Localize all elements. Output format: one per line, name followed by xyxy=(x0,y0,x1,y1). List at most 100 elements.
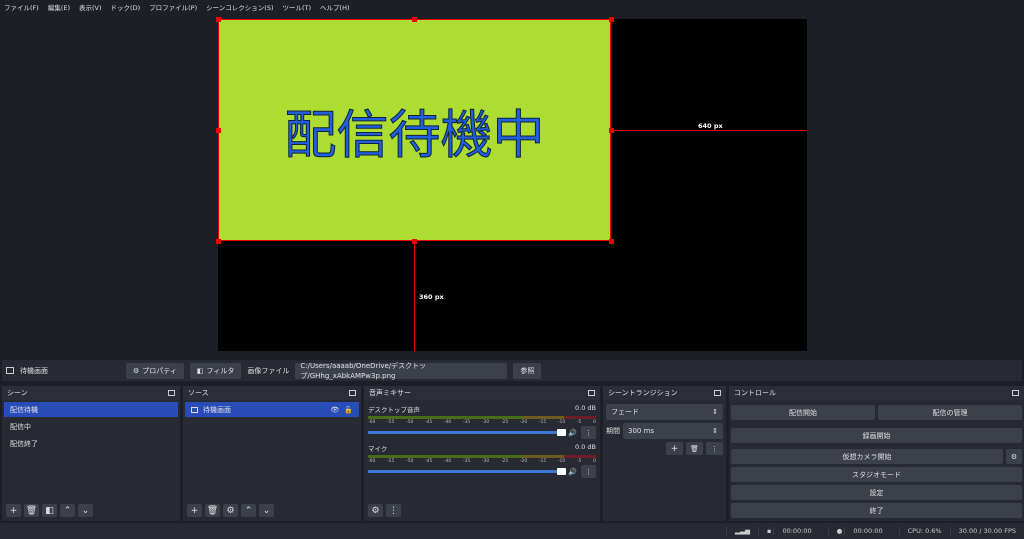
undock-icon[interactable] xyxy=(1012,390,1019,396)
meter-tick: -25 xyxy=(500,420,509,425)
start-streaming-button[interactable]: 配信開始 xyxy=(731,405,875,420)
start-recording-button[interactable]: 録画開始 xyxy=(731,428,1022,443)
volume-slider[interactable] xyxy=(368,468,567,475)
gear-icon: ⚙ xyxy=(133,366,140,375)
channel-name: デスクトップ音声 xyxy=(368,406,420,414)
meter-tick: -5 xyxy=(576,420,582,425)
channel-menu-button[interactable]: ⋮ xyxy=(581,426,596,439)
source-toolbar: 待機画面 ⚙ プロパティ ◧ フィルタ 画像ファイル C:/Users/aaaab/… xyxy=(2,360,1022,381)
image-source-icon xyxy=(6,367,14,374)
eye-icon[interactable]: 👁 xyxy=(330,406,339,414)
browse-button[interactable]: 参照 xyxy=(513,362,542,379)
lock-icon[interactable]: 🔓 xyxy=(344,406,353,414)
scene-item[interactable]: 配信待機 xyxy=(4,402,178,417)
scene-filters-button[interactable]: ◧ xyxy=(42,504,57,517)
meter-tick: 0 xyxy=(592,420,596,425)
duration-value: 300 ms xyxy=(628,427,655,435)
undock-icon[interactable] xyxy=(714,390,721,396)
meter-ticks: -60 -55 -50 -45 -40 -35 -30 -25 -20 -15 -10 -5 0 xyxy=(368,459,596,464)
audio-settings-button[interactable]: ⚙ xyxy=(368,504,383,517)
filters-button[interactable]: ◧ フィルタ xyxy=(189,362,242,379)
meter-tick: -45 xyxy=(424,459,433,464)
properties-button[interactable]: ⚙ プロパティ xyxy=(126,362,184,379)
resize-handle[interactable] xyxy=(216,17,221,22)
channel-name: マイク xyxy=(368,445,388,453)
scene-item[interactable]: 配信終了 xyxy=(4,436,178,451)
mixer-channel: デスクトップ音声 0.0 dB -60 -55 -50 -45 -40 -35 -30 -25-… xyxy=(364,404,600,439)
menu-help[interactable]: ヘルプ(H) xyxy=(320,2,349,12)
menu-scene-collection[interactable]: シーンコレクション(S) xyxy=(206,2,273,12)
meter-tick: -55 xyxy=(386,459,395,464)
scenes-dock: シーン 配信待機 配信中 配信終了 + 🗑 ◧ ⌃ ⌄ xyxy=(2,386,180,521)
meter-tick: -5 xyxy=(576,459,582,464)
virtual-camera-settings-button[interactable]: ⚙ xyxy=(1006,449,1022,464)
add-transition-button[interactable]: + xyxy=(666,442,683,455)
meter-tick: -50 xyxy=(405,420,414,425)
resize-handle[interactable] xyxy=(216,128,221,133)
channel-level: 0.0 dB xyxy=(575,443,596,451)
fps-readout: 30.00 / 30.00 FPS xyxy=(949,527,1024,535)
mixer-menu-button[interactable]: ⋮ xyxy=(386,504,401,517)
network-icon: ▂▃▅ xyxy=(725,527,758,535)
manage-stream-button[interactable]: 配信の管理 xyxy=(878,405,1022,420)
start-virtual-camera-button[interactable]: 仮想カメラ開始 xyxy=(731,449,1003,464)
settings-button[interactable]: 設定 xyxy=(731,485,1022,500)
channel-menu-button[interactable]: ⋮ xyxy=(581,465,596,478)
studio-mode-button[interactable]: スタジオモード xyxy=(731,467,1022,482)
meter-tick: -55 xyxy=(386,420,395,425)
speaker-icon[interactable]: 🔊 xyxy=(568,468,577,476)
height-label: 360 px xyxy=(419,293,444,301)
record-time: 00:00:00 xyxy=(844,527,891,535)
undock-icon[interactable] xyxy=(588,390,595,396)
dock-title: コントロール xyxy=(734,389,776,397)
resize-handle[interactable] xyxy=(216,239,221,244)
menu-file[interactable]: ファイル(F) xyxy=(4,2,39,12)
move-up-button[interactable]: ⌃ xyxy=(241,504,256,517)
volume-slider[interactable] xyxy=(368,429,567,436)
resize-handle[interactable] xyxy=(609,17,614,22)
dock-title: シーン xyxy=(7,389,28,397)
remove-scene-button[interactable]: 🗑 xyxy=(24,504,39,517)
undock-icon[interactable] xyxy=(349,390,356,396)
undock-icon[interactable] xyxy=(168,390,175,396)
meter-tick: -20 xyxy=(519,420,528,425)
spin-icon[interactable]: ⇕ xyxy=(712,427,718,435)
sources-dock: ソース 待機画面 👁 🔓 + 🗑 ⚙ ⌃ ⌄ xyxy=(183,386,361,521)
meter-tick: -15 xyxy=(538,459,547,464)
remove-transition-button[interactable]: 🗑 xyxy=(686,442,703,455)
source-image[interactable]: 配信待機中 xyxy=(218,19,611,241)
remove-source-button[interactable]: 🗑 xyxy=(205,504,220,517)
menu-dock[interactable]: ドック(D) xyxy=(111,2,141,12)
add-scene-button[interactable]: + xyxy=(6,504,21,517)
menu-tools[interactable]: ツール(T) xyxy=(282,2,311,12)
filter-icon: ◧ xyxy=(196,366,204,375)
menu-bar: ファイル(F) 編集(E) 表示(V) ドック(D) プロファイル(P) シーン… xyxy=(0,0,1024,14)
file-path-field[interactable]: C:/Users/aaaab/OneDrive/デスクトップ/GHhg_xAbk… xyxy=(295,362,508,380)
move-down-button[interactable]: ⌄ xyxy=(78,504,93,517)
scene-transitions-dock: シーントランジション フェード ⇕ 期間 300 ms ⇕ + 🗑 ⋮ xyxy=(603,386,726,521)
move-up-button[interactable]: ⌃ xyxy=(60,504,75,517)
menu-profile[interactable]: プロファイル(P) xyxy=(149,2,197,12)
file-label: 画像ファイル xyxy=(247,366,290,375)
transition-select[interactable]: フェード ⇕ xyxy=(606,404,723,420)
volume-meter xyxy=(368,416,596,419)
move-down-button[interactable]: ⌄ xyxy=(259,504,274,517)
resize-handle[interactable] xyxy=(412,17,417,22)
add-source-button[interactable]: + xyxy=(187,504,202,517)
menu-view[interactable]: 表示(V) xyxy=(79,2,102,12)
menu-edit[interactable]: 編集(E) xyxy=(48,2,70,12)
meter-tick: -40 xyxy=(443,459,452,464)
source-item[interactable]: 待機画面 👁 🔓 xyxy=(185,402,359,417)
transition-menu-button[interactable]: ⋮ xyxy=(706,442,723,455)
image-source-icon xyxy=(191,406,198,413)
speaker-icon[interactable]: 🔊 xyxy=(568,429,577,437)
resize-handle[interactable] xyxy=(609,239,614,244)
meter-tick: -30 xyxy=(481,459,490,464)
exit-button[interactable]: 終了 xyxy=(731,503,1022,518)
duration-spinbox[interactable]: 300 ms ⇕ xyxy=(623,423,723,439)
source-name: 待機画面 xyxy=(203,405,231,414)
distance-guide-right xyxy=(611,130,807,131)
dock-title: シーントランジション xyxy=(608,389,678,397)
source-properties-button[interactable]: ⚙ xyxy=(223,504,238,517)
scene-item[interactable]: 配信中 xyxy=(4,419,178,434)
